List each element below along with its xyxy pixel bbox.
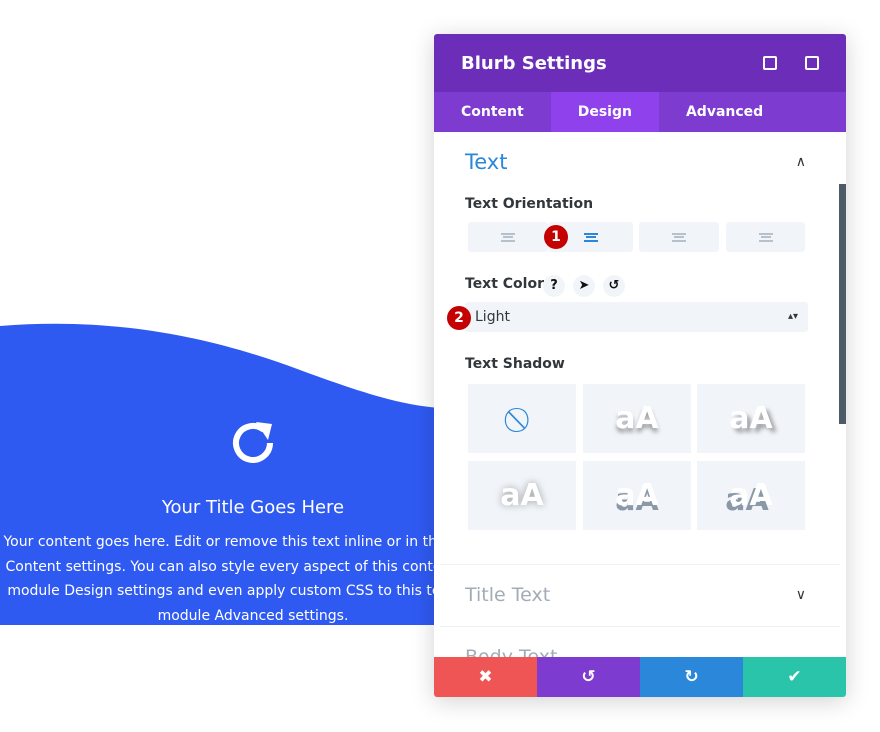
section-title-text[interactable]: Text xyxy=(465,150,507,174)
tab-design[interactable]: Design xyxy=(550,92,659,132)
shadow-option-3[interactable]: aA xyxy=(468,461,576,530)
shadow-option-5[interactable]: aA xyxy=(697,461,805,530)
shadow-option-1[interactable]: aA xyxy=(583,384,691,453)
orientation-left-button[interactable] xyxy=(468,222,548,252)
undo-icon: ↺ xyxy=(581,667,596,687)
divider xyxy=(440,626,840,627)
blurb-body: Your content goes here. Edit or remove t… xyxy=(3,534,503,624)
shadow-sample: aA xyxy=(729,478,773,513)
shadow-sample: aA xyxy=(729,401,773,436)
section-title-text-collapsed[interactable]: Title Text xyxy=(465,584,550,606)
panel-footer: ✖ ↺ ↻ ✔ xyxy=(434,657,846,697)
panel-tabs: Content Design Advanced xyxy=(434,92,846,132)
tab-content[interactable]: Content xyxy=(434,92,551,132)
panel-body: Text ∧ Text Orientation 1 Text Color ? ➤… xyxy=(434,132,846,657)
select-arrows-icon: ▴▾ xyxy=(787,311,798,322)
text-color-label: Text Color xyxy=(465,276,544,292)
pointer-icon[interactable]: ➤ xyxy=(573,275,595,297)
align-justify-icon xyxy=(758,232,773,242)
chevron-up-icon[interactable]: ∧ xyxy=(796,154,806,170)
shadow-sample: aA xyxy=(500,478,544,513)
panel-title: Blurb Settings xyxy=(461,52,607,74)
chevron-down-icon[interactable]: ∨ xyxy=(796,587,806,603)
divider xyxy=(440,564,840,565)
blurb-title: Your Title Goes Here xyxy=(161,497,345,518)
text-color-value: Light xyxy=(475,309,510,325)
align-center-icon xyxy=(583,232,598,242)
cancel-button[interactable]: ✖ xyxy=(434,657,537,697)
text-orientation-label: Text Orientation xyxy=(465,196,594,212)
tab-advanced[interactable]: Advanced xyxy=(659,92,790,132)
shadow-sample: aA xyxy=(615,401,659,436)
close-icon: ✖ xyxy=(478,667,493,687)
undo-button[interactable]: ↺ xyxy=(537,657,640,697)
align-left-icon xyxy=(501,232,515,242)
fullscreen-icon[interactable] xyxy=(763,56,777,70)
shadow-none-option[interactable]: ⃠ xyxy=(468,384,576,453)
section-body-text-collapsed[interactable]: Body Text xyxy=(465,646,557,657)
check-icon: ✔ xyxy=(787,667,802,687)
text-color-select[interactable]: Light ▴▾ xyxy=(465,302,808,332)
align-right-icon xyxy=(672,232,686,242)
redo-circle-icon xyxy=(233,422,273,463)
redo-icon: ↻ xyxy=(684,667,699,687)
scrollbar[interactable] xyxy=(839,184,846,424)
orientation-right-button[interactable] xyxy=(639,222,719,252)
step-badge-2: 2 xyxy=(447,306,471,330)
shadow-option-2[interactable]: aA xyxy=(697,384,805,453)
shadow-option-4[interactable]: aA xyxy=(583,461,691,530)
reset-icon[interactable]: ↺ xyxy=(603,275,625,297)
text-shadow-label: Text Shadow xyxy=(465,356,565,372)
panel-header: Blurb Settings xyxy=(434,34,846,92)
help-icon[interactable]: ? xyxy=(543,275,565,297)
save-button[interactable]: ✔ xyxy=(743,657,846,697)
blurb-settings-panel: Blurb Settings Content Design Advanced T… xyxy=(434,34,846,697)
redo-button[interactable]: ↻ xyxy=(640,657,743,697)
step-badge-1: 1 xyxy=(544,225,568,249)
sidebar-layout-icon[interactable] xyxy=(805,56,819,70)
shadow-sample: aA xyxy=(615,478,659,513)
orientation-justify-button[interactable] xyxy=(726,222,805,252)
